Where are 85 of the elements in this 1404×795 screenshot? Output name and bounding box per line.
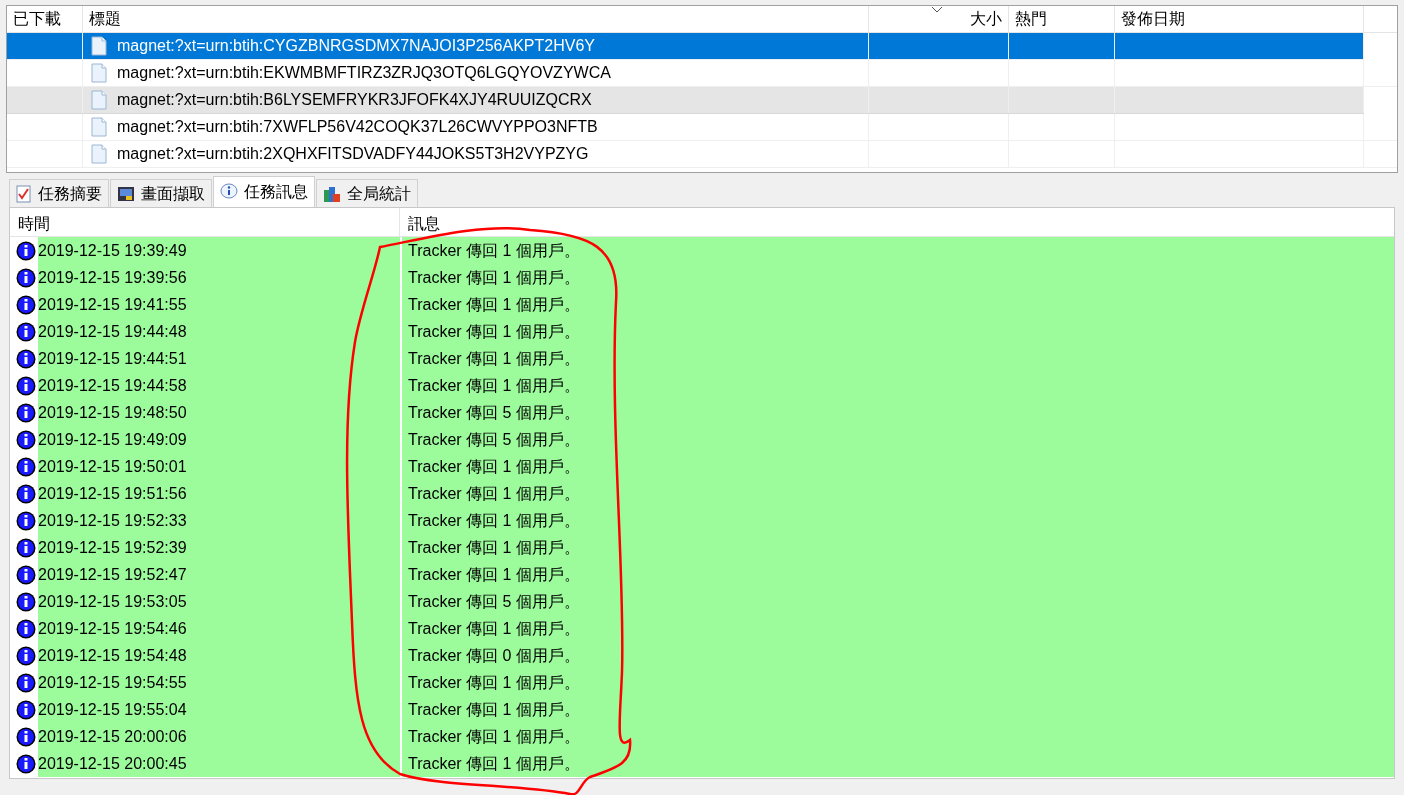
tab[interactable]: 任務摘要 — [9, 179, 109, 207]
log-message: Tracker 傳回 1 個用戶。 — [402, 534, 1394, 561]
log-time: 2019-12-15 19:44:51 — [38, 345, 400, 372]
tab[interactable]: 任務訊息 — [213, 176, 315, 207]
log-time: 2019-12-15 19:54:48 — [38, 642, 400, 669]
log-time: 2019-12-15 19:52:39 — [38, 534, 400, 561]
info-icon — [16, 456, 36, 477]
info-icon — [16, 294, 36, 315]
info-icon — [16, 591, 36, 612]
log-message: Tracker 傳回 1 個用戶。 — [402, 372, 1394, 399]
log-time: 2019-12-15 19:41:55 — [38, 291, 400, 318]
info-icon — [220, 183, 238, 201]
column-header[interactable]: 時間 — [10, 208, 400, 236]
log-time: 2019-12-15 19:51:56 — [38, 480, 400, 507]
info-icon — [16, 267, 36, 288]
log-time: 2019-12-15 19:52:33 — [38, 507, 400, 534]
torrent-row[interactable]: magnet:?xt=urn:btih:7XWFLP56V42COQK37L26CWVYPPO3NFTB — [7, 114, 1397, 141]
info-icon — [16, 321, 36, 342]
torrent-row[interactable]: magnet:?xt=urn:btih:2XQHXFITSDVADFY44JOKS5T3H2VYPZYG — [7, 141, 1397, 168]
log-message: Tracker 傳回 1 個用戶。 — [402, 318, 1394, 345]
log-message: Tracker 傳回 1 個用戶。 — [402, 696, 1394, 723]
log-time: 2019-12-15 19:48:50 — [38, 399, 400, 426]
log-message: Tracker 傳回 1 個用戶。 — [402, 264, 1394, 291]
torrent-title: magnet:?xt=urn:btih:B6LYSEMFRYKR3JFOFK4XJY4RUUIZQCRX — [117, 90, 592, 110]
log-message: Tracker 傳回 1 個用戶。 — [402, 507, 1394, 534]
log-message: Tracker 傳回 1 個用戶。 — [402, 453, 1394, 480]
torrent-row[interactable]: magnet:?xt=urn:btih:CYGZBNRGSDMX7NAJOI3P256AKPT2HV6Y — [7, 33, 1364, 60]
tab[interactable]: 全局統計 — [316, 179, 418, 207]
checklist-icon — [16, 184, 32, 203]
stats-icon — [323, 184, 341, 203]
file-icon — [91, 36, 107, 56]
column-header[interactable]: 訊息 — [400, 208, 448, 236]
log-time: 2019-12-15 19:55:04 — [38, 696, 400, 723]
log-time: 2019-12-15 19:54:46 — [38, 615, 400, 642]
log-time: 2019-12-15 19:44:58 — [38, 372, 400, 399]
info-icon — [16, 375, 36, 396]
torrent-title: magnet:?xt=urn:btih:7XWFLP56V42COQK37L26CWVYPPO3NFTB — [117, 117, 598, 137]
log-message: Tracker 傳回 1 個用戶。 — [402, 291, 1394, 318]
torrent-title: magnet:?xt=urn:btih:CYGZBNRGSDMX7NAJOI3P256AKPT2HV6Y — [117, 36, 595, 56]
info-icon — [16, 564, 36, 585]
log-time: 2019-12-15 19:39:56 — [38, 264, 400, 291]
log-message: Tracker 傳回 5 個用戶。 — [402, 426, 1394, 453]
info-icon — [16, 726, 36, 747]
log-message: Tracker 傳回 1 個用戶。 — [402, 345, 1394, 372]
log-time: 2019-12-15 20:00:45 — [38, 750, 400, 777]
info-icon — [16, 753, 36, 774]
torrent-row[interactable]: magnet:?xt=urn:btih:B6LYSEMFRYKR3JFOFK4XJY4RUUIZQCRX — [7, 87, 1364, 114]
log-message: Tracker 傳回 5 個用戶。 — [402, 588, 1394, 615]
file-icon — [91, 63, 107, 83]
log-message: Tracker 傳回 1 個用戶。 — [402, 561, 1394, 588]
info-icon — [16, 699, 36, 720]
log-time: 2019-12-15 19:54:55 — [38, 669, 400, 696]
file-icon — [91, 117, 107, 137]
log-time: 2019-12-15 19:50:01 — [38, 453, 400, 480]
log-message: Tracker 傳回 1 個用戶。 — [402, 669, 1394, 696]
torrent-title: magnet:?xt=urn:btih:EKWMBMFTIRZ3ZRJQ3OTQ6LGQYOVZYWCA — [117, 63, 611, 83]
log-time: 2019-12-15 19:53:05 — [38, 588, 400, 615]
log-time: 2019-12-15 19:52:47 — [38, 561, 400, 588]
torrent-row[interactable]: magnet:?xt=urn:btih:EKWMBMFTIRZ3ZRJQ3OTQ6LGQYOVZYWCA — [7, 60, 1397, 87]
log-message: Tracker 傳回 1 個用戶。 — [402, 480, 1394, 507]
file-icon — [91, 90, 107, 110]
log-time: 2019-12-15 19:44:48 — [38, 318, 400, 345]
log-message: Tracker 傳回 1 個用戶。 — [402, 750, 1394, 777]
tab[interactable]: 畫面擷取 — [110, 179, 212, 207]
info-icon — [16, 645, 36, 666]
log-time: 2019-12-15 19:39:49 — [38, 237, 400, 264]
log-message: Tracker 傳回 0 個用戶。 — [402, 642, 1394, 669]
info-icon — [16, 348, 36, 369]
log-time: 2019-12-15 19:49:09 — [38, 426, 400, 453]
info-icon — [16, 510, 36, 531]
info-icon — [16, 240, 36, 261]
info-icon — [16, 672, 36, 693]
log-time: 2019-12-15 20:00:06 — [38, 723, 400, 750]
torrent-title: magnet:?xt=urn:btih:2XQHXFITSDVADFY44JOKS5T3H2VYPZYG — [117, 144, 589, 164]
picture-icon — [117, 184, 135, 203]
log-message: Tracker 傳回 1 個用戶。 — [402, 237, 1394, 264]
log-message: Tracker 傳回 5 個用戶。 — [402, 399, 1394, 426]
file-icon — [91, 144, 107, 164]
info-icon — [16, 537, 36, 558]
info-icon — [16, 483, 36, 504]
info-icon — [16, 618, 36, 639]
info-icon — [16, 402, 36, 423]
info-icon — [16, 429, 36, 450]
log-message: Tracker 傳回 1 個用戶。 — [402, 723, 1394, 750]
log-message: Tracker 傳回 1 個用戶。 — [402, 615, 1394, 642]
